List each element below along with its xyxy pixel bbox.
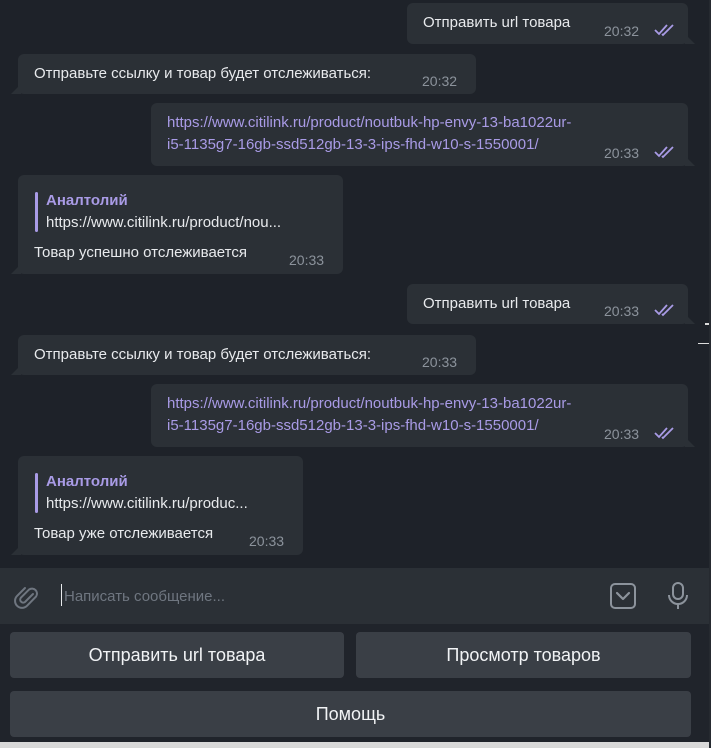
message-link[interactable]: https://www.citilink.ru/product/noutbuk-… — [167, 112, 571, 134]
reply-text: https://www.citilink.ru/product/nou... — [46, 214, 282, 231]
reply-bar — [35, 192, 38, 232]
message-link[interactable]: i5-1135g7-16gb-ssd512gb-13-3-ips-fhd-w10… — [167, 134, 539, 156]
message-text: Товар уже отслеживается — [34, 525, 214, 542]
message-text: Отправить url товара — [423, 295, 571, 312]
message-outgoing[interactable]: https://www.citilink.ru/product/noutbuk-… — [151, 384, 695, 447]
message-time: 20:33 — [422, 354, 458, 370]
message-composer — [0, 568, 711, 624]
reply-author: Аналтолий — [46, 192, 128, 209]
send-url-button[interactable]: Отправить url товара — [10, 632, 344, 678]
help-button[interactable]: Помощь — [10, 691, 691, 737]
bot-keyboard-icon[interactable] — [609, 582, 637, 610]
message-incoming[interactable]: Отправьте ссылку и товар будет отслежива… — [11, 54, 476, 94]
message-text: Отправьте ссылку и товар будет отслежива… — [34, 65, 372, 82]
message-time: 20:32 — [604, 23, 640, 39]
reply-bar — [35, 473, 38, 513]
message-outgoing[interactable]: Отправить url товара 20:33 — [407, 284, 695, 324]
message-time: 20:33 — [604, 145, 640, 161]
read-checkmarks-icon — [654, 146, 674, 159]
message-outgoing[interactable]: Отправить url товара 20:32 — [407, 3, 695, 44]
message-input[interactable] — [62, 582, 586, 610]
read-checkmarks-icon — [654, 24, 674, 37]
message-incoming[interactable]: Отправьте ссылку и товар будет отслежива… — [11, 335, 476, 375]
message-link[interactable]: https://www.citilink.ru/product/noutbuk-… — [167, 393, 571, 415]
message-time: 20:33 — [289, 252, 325, 268]
message-outgoing[interactable]: https://www.citilink.ru/product/noutbuk-… — [151, 103, 695, 166]
read-checkmarks-icon — [654, 304, 674, 317]
bot-keyboard: Отправить url товара Просмотр товаров По… — [0, 624, 711, 748]
paperclip-icon[interactable] — [14, 584, 40, 610]
message-time: 20:32 — [422, 73, 458, 89]
message-time: 20:33 — [249, 533, 285, 549]
read-checkmarks-icon — [654, 427, 674, 440]
reply-author: Аналтолий — [46, 473, 128, 490]
view-products-button[interactable]: Просмотр товаров — [356, 632, 691, 678]
edge-mark — [698, 343, 709, 344]
microphone-icon[interactable] — [665, 581, 691, 611]
message-link[interactable]: i5-1135g7-16gb-ssd512gb-13-3-ips-fhd-w10… — [167, 415, 539, 437]
message-time: 20:33 — [604, 426, 640, 442]
bottom-edge — [0, 742, 711, 748]
message-incoming[interactable]: Аналтолий https://www.citilink.ru/produc… — [11, 175, 343, 274]
message-text: Отправить url товара — [423, 14, 571, 31]
reply-text: https://www.citilink.ru/produc... — [46, 495, 248, 512]
message-incoming[interactable]: Аналтолий https://www.citilink.ru/produc… — [11, 456, 303, 555]
message-text: Отправьте ссылку и товар будет отслежива… — [34, 346, 372, 363]
message-time: 20:33 — [604, 303, 640, 319]
message-text: Товар успешно отслеживается — [34, 244, 247, 261]
chat-history[interactable]: Отправить url товара 20:32 Отправьте ссы… — [0, 0, 711, 568]
